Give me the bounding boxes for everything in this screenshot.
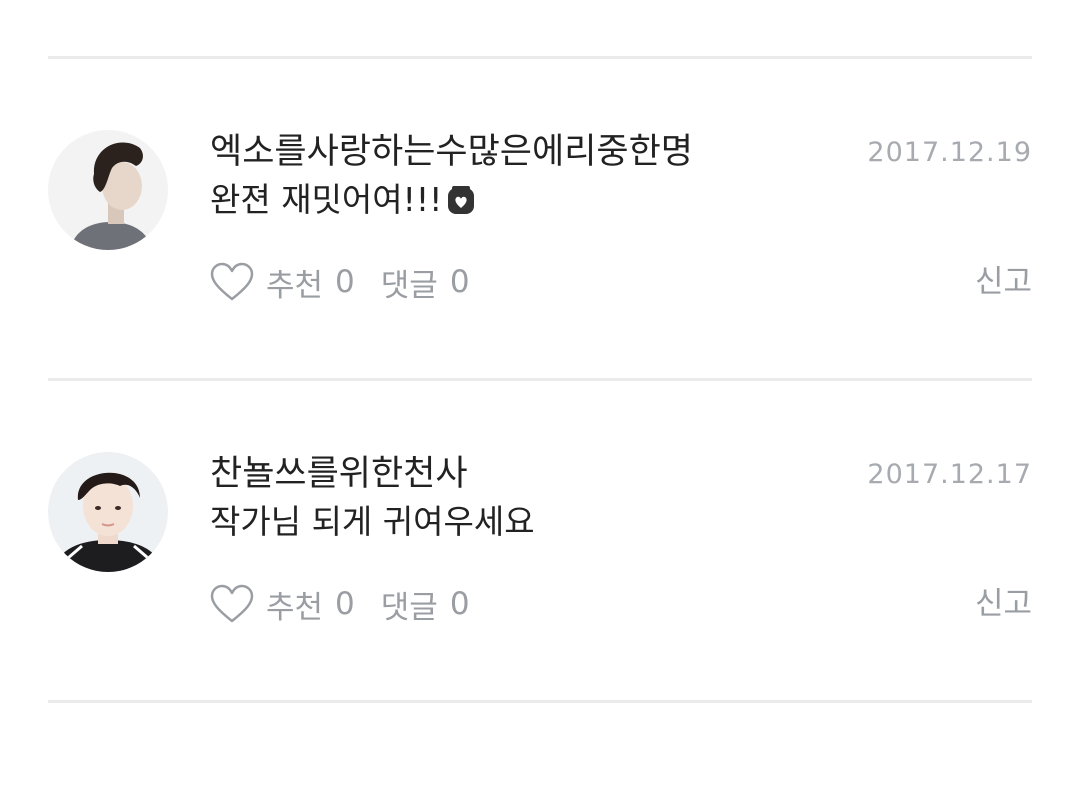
- comment-date: 2017.12.17: [867, 459, 1032, 490]
- comment-actions: 추천 0 댓글 0: [210, 259, 470, 305]
- comment-author[interactable]: 엑소를사랑하는수많은에리중한명: [210, 130, 693, 174]
- comment-text-content: 완젼 재밋어여!!!: [210, 180, 443, 219]
- comment-date: 2017.12.19: [867, 137, 1032, 168]
- avatar[interactable]: [48, 130, 168, 250]
- comment-author[interactable]: 찬뇰쓰를위한천사: [210, 452, 468, 496]
- reply-count: 0: [449, 264, 470, 300]
- like-button-label[interactable]: 추천: [266, 260, 323, 305]
- like-count: 0: [335, 264, 355, 300]
- report-button[interactable]: 신고: [975, 584, 1032, 624]
- heart-icon[interactable]: [210, 262, 254, 302]
- reply-button-label[interactable]: 댓글: [381, 260, 438, 305]
- comment-actions: 추천 0 댓글 0: [210, 581, 470, 627]
- top-divider: [48, 56, 1032, 59]
- report-button[interactable]: 신고: [975, 262, 1032, 302]
- comment-text: 작가님 되게 귀여우세요: [210, 500, 535, 544]
- comment-text: 완젼 재밋어여!!!: [210, 178, 476, 227]
- comment-item: 찬뇰쓰를위한천사 2017.12.17 작가님 되게 귀여우세요 추천 0 댓글…: [48, 452, 1032, 772]
- comment-divider: [48, 378, 1032, 381]
- reply-button-label[interactable]: 댓글: [381, 582, 438, 627]
- comment-item: 엑소를사랑하는수많은에리중한명 2017.12.19 완젼 재밋어여!!! 추천…: [48, 130, 1032, 450]
- reply-count: 0: [449, 586, 470, 622]
- like-count: 0: [335, 586, 355, 622]
- comment-text-content: 작가님 되게 귀여우세요: [210, 502, 535, 541]
- avatar[interactable]: [48, 452, 168, 572]
- heart-icon[interactable]: [210, 584, 254, 624]
- bottom-divider: [48, 700, 1032, 703]
- like-button-label[interactable]: 추천: [266, 582, 323, 627]
- heart-cup-emoji-icon: [446, 183, 476, 227]
